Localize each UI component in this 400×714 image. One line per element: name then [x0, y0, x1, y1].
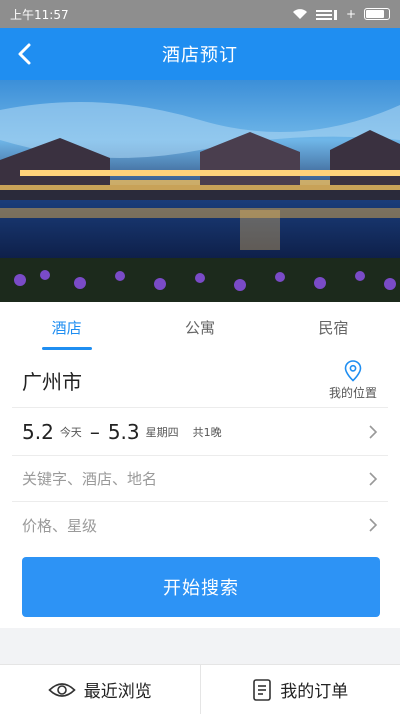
checkin-date: 5.2 — [22, 419, 54, 444]
hero-image — [0, 80, 400, 302]
chevron-left-icon — [18, 43, 31, 65]
my-orders-button[interactable]: 我的订单 — [201, 665, 400, 714]
search-button[interactable]: 开始搜索 — [22, 557, 380, 617]
chevron-right-icon — [369, 471, 378, 486]
my-location-button[interactable]: 我的位置 — [318, 360, 388, 401]
wifi-icon — [292, 9, 307, 19]
city-name[interactable]: 广州市 — [12, 366, 318, 395]
signal-icon — [315, 10, 337, 20]
nights-count: 共1晚 — [192, 425, 222, 439]
checkout-date: 5.3 — [107, 419, 140, 444]
hotel-lakeside-photo — [0, 80, 400, 302]
order-list-icon — [253, 678, 272, 701]
eye-icon — [48, 682, 76, 697]
status-bar: 上午11:57 + — [0, 0, 400, 28]
nav-bar: 酒店预订 — [0, 28, 400, 80]
tab-bar: 酒店 公寓 民宿 — [0, 302, 400, 352]
tab-hotel[interactable]: 酒店 — [0, 302, 133, 352]
tab-apartment[interactable]: 公寓 — [133, 302, 266, 352]
date-row[interactable]: 5.2 今天 – 5.3 星期四 共1晚 — [12, 408, 388, 456]
search-card: 酒店 公寓 民宿 广州市 我的位置 5.2 今天 – 5.3 星期四 共1晚 关… — [0, 302, 400, 628]
chevron-right-icon — [369, 518, 378, 532]
back-button[interactable] — [10, 38, 38, 70]
keyword-row[interactable]: 关键字、酒店、地名 — [12, 456, 388, 502]
checkout-day: 星期四 — [145, 425, 179, 439]
recent-browse-label: 最近浏览 — [83, 682, 152, 702]
battery-icon — [364, 8, 390, 20]
chevron-right-icon — [369, 424, 378, 439]
page-title: 酒店预订 — [162, 45, 238, 66]
recent-browse-button[interactable]: 最近浏览 — [0, 665, 200, 714]
plus-icon: + — [345, 7, 356, 21]
checkin-day: 今天 — [59, 425, 82, 439]
my-orders-label: 我的订单 — [280, 682, 349, 702]
city-row[interactable]: 广州市 我的位置 — [12, 354, 388, 408]
keyword-input[interactable]: 关键字、酒店、地名 — [22, 468, 157, 489]
bottom-bar: 最近浏览 我的订单 — [0, 664, 400, 714]
status-icons: + — [292, 7, 390, 21]
my-location-label: 我的位置 — [328, 386, 377, 400]
status-time: 上午11:57 — [10, 7, 69, 22]
price-star-input[interactable]: 价格、星级 — [22, 515, 97, 536]
tab-homestay[interactable]: 民宿 — [267, 302, 400, 352]
date-separator: – — [89, 419, 100, 444]
location-pin-icon — [344, 360, 362, 382]
price-star-row[interactable]: 价格、星级 — [12, 502, 388, 548]
